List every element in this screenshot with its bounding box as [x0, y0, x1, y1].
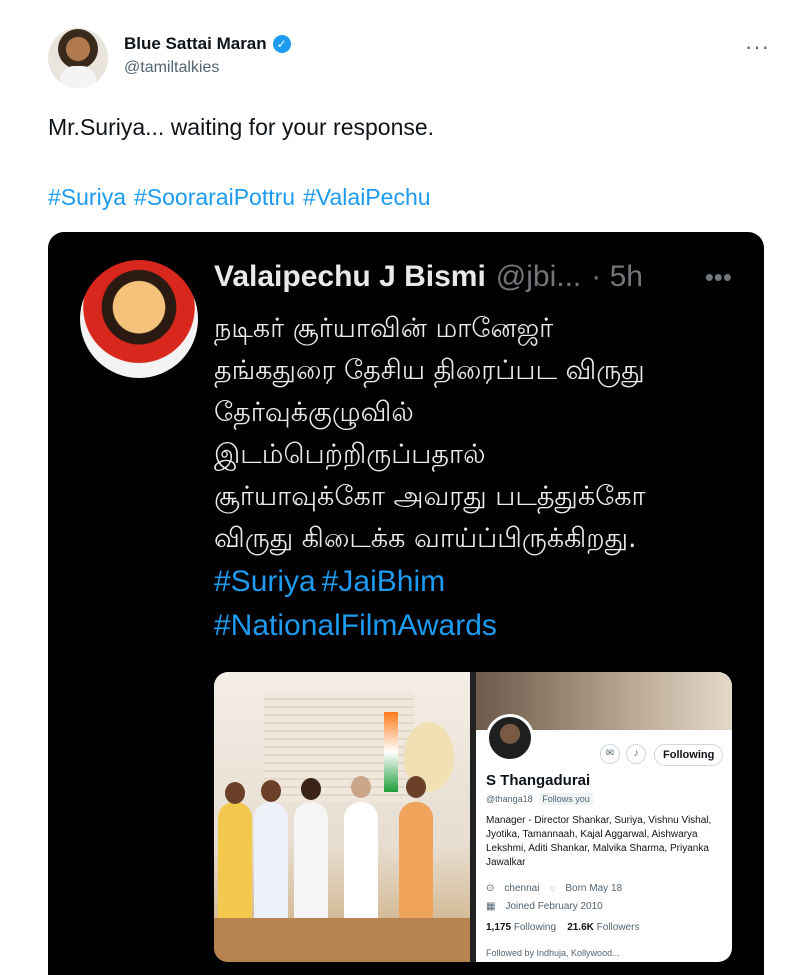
- profile-handle: @thanga18: [486, 794, 533, 804]
- tweet-hashtags: #Suriya #SooraraiPottru #ValaiPechu: [48, 184, 439, 211]
- follows-you-badge: Follows you: [539, 793, 593, 805]
- embedded-text-line: நடிகர் சூர்யாவின் மானேஜர்: [214, 313, 554, 344]
- followed-by-text: Followed by Indhuja, Kollywood...: [486, 948, 620, 958]
- birthday-icon: ◌: [549, 883, 556, 894]
- embedded-text-line: தேர்வுக்குழுவில்: [214, 397, 414, 428]
- following-button: Following: [654, 744, 724, 766]
- embedded-text-line: சூர்யாவுக்கோ அவரது படத்துக்கோ: [214, 481, 646, 512]
- profile-bio: Manager - Director Shankar, Suriya, Vish…: [486, 815, 712, 868]
- author-handle[interactable]: @tamiltalkies: [124, 59, 291, 77]
- followers-count: 21.6K: [567, 922, 594, 933]
- hashtag-link[interactable]: #ValaiPechu: [303, 184, 430, 210]
- embedded-text-line: தங்கதுரை தேசிய திரைப்பட விருது: [214, 355, 645, 386]
- notification-bell-icon: ♪: [626, 744, 646, 764]
- location-icon: ⊙: [486, 883, 495, 894]
- calendar-icon: ▦: [486, 901, 496, 912]
- profile-name: S Thangadurai: [486, 772, 591, 789]
- profile-location: chennai: [504, 883, 540, 894]
- embedded-text-line: விருது கிடைக்க வாய்ப்பிருக்கிறது.: [214, 523, 637, 554]
- embedded-author-row: Valaipechu J Bismi @jbi... · 5h: [214, 260, 643, 294]
- followers-label: Followers: [596, 922, 640, 933]
- verified-badge-icon: ✓: [272, 35, 291, 53]
- embedded-tweet-image[interactable]: Valaipechu J Bismi @jbi... · 5h ••• நடிக…: [48, 232, 764, 975]
- embedded-author-name: Valaipechu J Bismi: [214, 260, 486, 293]
- profile-action-icons: ✉ ♪: [600, 744, 646, 764]
- embedded-hashtag-line: #Suriya #JaiBhim: [214, 560, 744, 604]
- embedded-text-line: இடம்பெற்றிருப்பதால்: [214, 439, 486, 470]
- mail-icon: ✉: [600, 744, 620, 764]
- more-horizontal-icon[interactable]: ···: [745, 34, 770, 60]
- hashtag-link[interactable]: #Suriya: [48, 184, 126, 210]
- author-avatar[interactable]: [48, 28, 108, 88]
- following-count: 1,175: [486, 922, 512, 933]
- group-photo: [214, 672, 470, 962]
- embedded-media-grid: ✉ ♪ Following S Thangadurai @thanga18 Fo…: [214, 672, 732, 962]
- profile-stats: 1,175 Following 21.6K Followers: [486, 922, 639, 933]
- flag-graphic: [384, 712, 398, 792]
- profile-born: Born May 18: [565, 883, 623, 894]
- embedded-hashtag: #JaiBhim: [321, 565, 446, 598]
- following-label: Following: [513, 922, 557, 933]
- embedded-timestamp: · 5h: [591, 260, 643, 293]
- embedded-more-icon: •••: [704, 262, 732, 292]
- author-info: Blue Sattai Maran ✓ @tamiltalkies: [124, 34, 291, 77]
- profile-card-screenshot: ✉ ♪ Following S Thangadurai @thanga18 Fo…: [476, 672, 732, 962]
- tweet-text: Mr.Suriya... waiting for your response.: [48, 114, 435, 140]
- embedded-hashtag: #NationalFilmAwards: [214, 609, 497, 642]
- profile-joined: Joined February 2010: [505, 901, 603, 912]
- tweet-header: Blue Sattai Maran ✓ @tamiltalkies ···: [48, 28, 770, 88]
- profile-avatar: [486, 714, 534, 762]
- author-name[interactable]: Blue Sattai Maran: [124, 34, 267, 54]
- author-name-row[interactable]: Blue Sattai Maran ✓: [124, 34, 291, 54]
- embedded-tweet-body: நடிகர் சூர்யாவின் மானேஜர் தங்கதுரை தேசிய…: [214, 308, 744, 648]
- hashtag-link[interactable]: #SooraraiPottru: [134, 184, 295, 210]
- embedded-hashtag: #Suriya: [214, 565, 316, 598]
- embedded-hashtag-line: #NationalFilmAwards: [214, 604, 744, 648]
- profile-handle-row: @thanga18 Follows you: [486, 793, 593, 805]
- embedded-author-avatar: [80, 260, 198, 378]
- profile-meta: ⊙ chennai ◌ Born May 18 ▦ Joined February 20…: [486, 880, 632, 916]
- embedded-author-handle: @jbi...: [495, 260, 582, 293]
